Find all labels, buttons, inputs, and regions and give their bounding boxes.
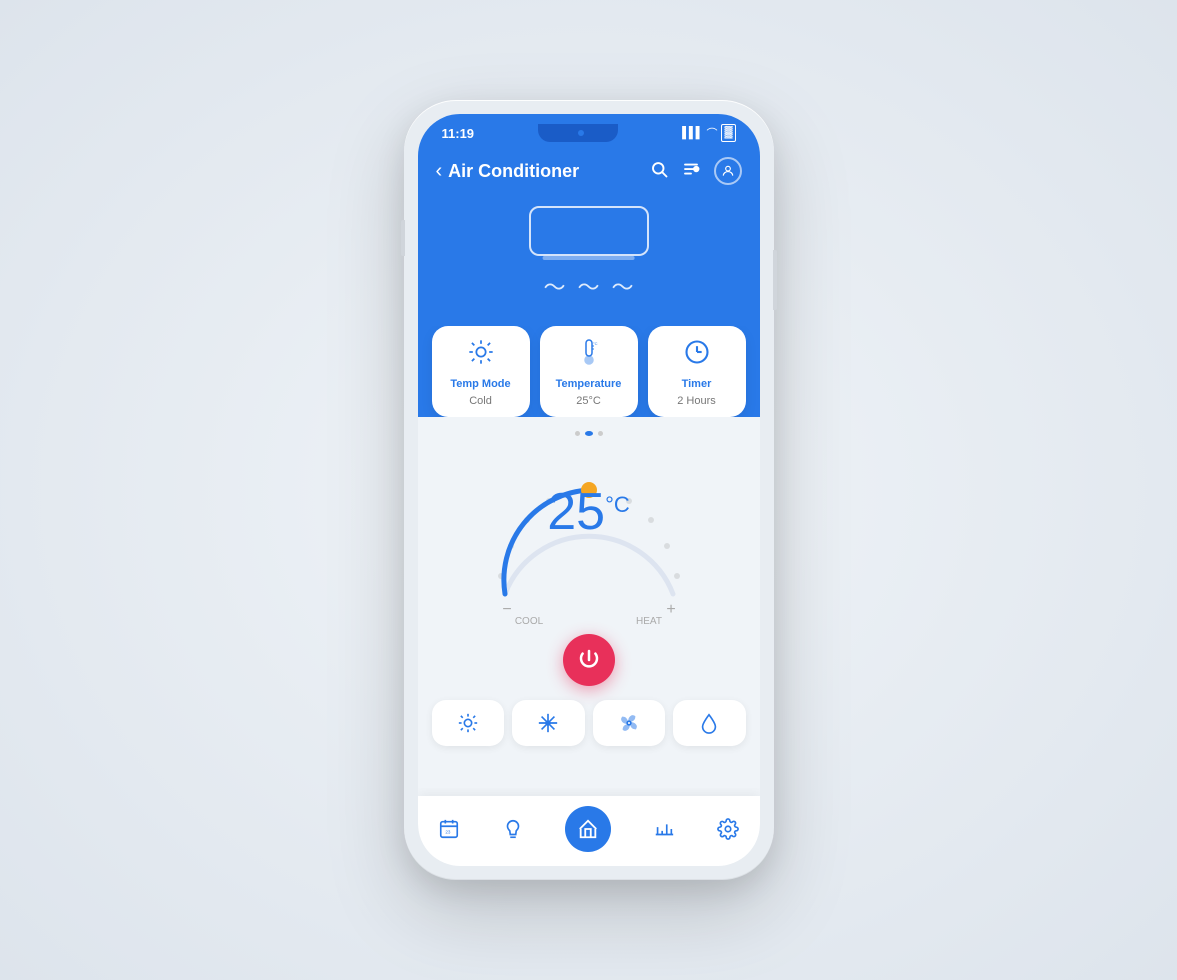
svg-text:COOL: COOL: [514, 616, 543, 626]
back-button[interactable]: ‹: [436, 160, 443, 183]
svg-text:−: −: [502, 601, 511, 618]
mode-drop-btn[interactable]: [673, 700, 746, 746]
main-content: − + COOL HEAT 25 °C: [418, 417, 760, 788]
timer-icon: [683, 338, 711, 373]
nav-bulb[interactable]: [502, 818, 524, 840]
airflow-wave-1: 〜: [543, 270, 565, 302]
temp-value: 25 °C: [547, 486, 630, 538]
temp-display: 25 °C: [547, 486, 630, 538]
nav-calendar[interactable]: 23: [438, 818, 460, 840]
signal-icon: ▌▌▌: [682, 127, 702, 139]
profile-avatar[interactable]: [714, 157, 742, 185]
temperature-card[interactable]: °C Temperature 25°C: [540, 326, 638, 417]
search-icon[interactable]: [650, 160, 668, 183]
svg-text:23: 23: [446, 830, 452, 835]
svg-text:+: +: [666, 601, 675, 618]
temp-mode-value: Cold: [469, 395, 492, 407]
thermostat-container: − + COOL HEAT 25 °C: [459, 446, 719, 626]
dot-2: [585, 431, 593, 436]
app-header: ‹ Air Conditioner: [418, 144, 760, 190]
wifi-icon: ⌒: [706, 125, 717, 141]
temp-mode-icon: [467, 338, 495, 373]
ac-airflow: 〜 〜 〜: [543, 270, 633, 302]
airflow-wave-2: 〜: [577, 270, 599, 302]
nav-home-circle: [565, 806, 611, 852]
status-time: 11:19: [442, 126, 475, 141]
mode-fan-btn[interactable]: [593, 700, 666, 746]
nav-home[interactable]: [565, 806, 611, 852]
phone-shell: 11:19 ▌▌▌ ⌒ ▓ ‹ Air Conditioner: [404, 100, 774, 880]
status-notch: [538, 124, 618, 142]
timer-title: Timer: [682, 378, 712, 390]
temperature-title: Temperature: [556, 378, 622, 390]
ac-illustration: 〜 〜 〜: [418, 190, 760, 326]
temp-mode-title: Temp Mode: [450, 378, 510, 390]
svg-text:HEAT: HEAT: [636, 616, 662, 626]
mode-snowflake-btn[interactable]: [512, 700, 585, 746]
svg-text:°C: °C: [593, 341, 598, 346]
dot-1: [575, 431, 580, 436]
header-right: [650, 157, 742, 185]
mode-sun-btn[interactable]: [432, 700, 505, 746]
airflow-wave-3: 〜: [612, 270, 634, 302]
header-left: ‹ Air Conditioner: [436, 160, 580, 183]
temp-unit: °C: [605, 494, 630, 516]
battery-icon: ▓: [721, 124, 735, 141]
temperature-icon: °C: [578, 338, 600, 373]
status-bar: 11:19 ▌▌▌ ⌒ ▓: [418, 114, 760, 144]
notch-dot: [578, 130, 584, 136]
temp-mode-card[interactable]: Temp Mode Cold: [432, 326, 530, 417]
nav-stats[interactable]: [653, 818, 675, 840]
timer-card[interactable]: Timer 2 Hours: [648, 326, 746, 417]
mode-buttons: [418, 700, 760, 746]
nav-settings[interactable]: [717, 818, 739, 840]
filter-icon[interactable]: [682, 160, 700, 183]
phone-screen: 11:19 ▌▌▌ ⌒ ▓ ‹ Air Conditioner: [418, 114, 760, 866]
temperature-value: 25°C: [576, 395, 601, 407]
bottom-nav: 23: [418, 796, 760, 866]
ac-unit: [529, 206, 649, 256]
dot-3: [598, 431, 603, 436]
indicator-dots: [575, 431, 603, 436]
app-title: Air Conditioner: [448, 161, 579, 182]
power-button[interactable]: [563, 634, 615, 686]
status-icons: ▌▌▌ ⌒ ▓: [682, 124, 735, 141]
cards-row: Temp Mode Cold °C Temperature 25°C: [418, 326, 760, 417]
timer-value: 2 Hours: [677, 395, 716, 407]
